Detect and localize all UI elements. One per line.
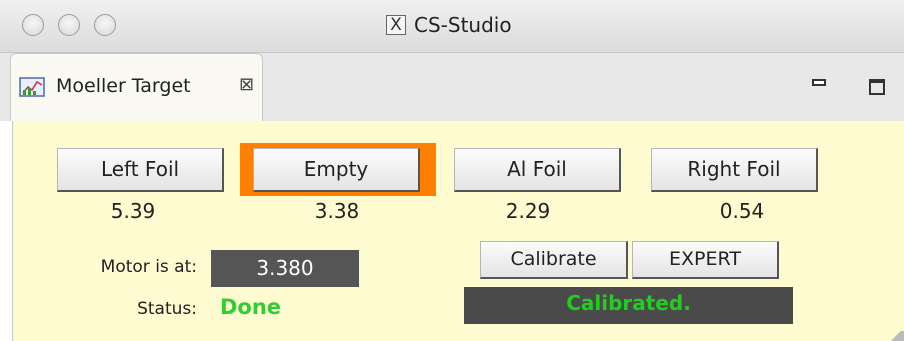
- minimize-view-icon[interactable]: [812, 79, 826, 86]
- left-foil-button[interactable]: Left Foil: [57, 148, 224, 192]
- right-foil-position: 0.54: [719, 199, 765, 223]
- calibrate-button[interactable]: Calibrate: [480, 241, 628, 279]
- tab-label: Moeller Target: [56, 75, 191, 97]
- editor-tabbar: Moeller Target ⊠: [0, 53, 904, 121]
- al-foil-position: 2.29: [505, 199, 551, 223]
- status-label: Status:: [137, 299, 197, 319]
- left-foil-position: 5.39: [110, 199, 156, 223]
- x11-icon: X: [386, 15, 406, 35]
- empty-position: 3.38: [314, 199, 360, 223]
- minimize-window-button[interactable]: [58, 14, 80, 36]
- motor-position-label: Motor is at:: [100, 257, 197, 277]
- close-window-button[interactable]: [22, 14, 44, 36]
- zoom-window-button[interactable]: [94, 14, 116, 36]
- maximize-view-icon[interactable]: [869, 79, 885, 95]
- status-value: Done: [220, 295, 282, 319]
- moeller-target-panel: Left Foil Empty Al Foil Right Foil 5.39 …: [12, 121, 904, 341]
- empty-button[interactable]: Empty: [253, 148, 420, 192]
- display-icon: [19, 77, 45, 97]
- al-foil-button[interactable]: Al Foil: [454, 148, 621, 192]
- calibration-status-display: Calibrated.: [464, 287, 793, 324]
- window-title: CS-Studio: [414, 13, 512, 37]
- close-tab-icon[interactable]: ⊠: [239, 74, 254, 95]
- expert-button[interactable]: EXPERT: [632, 241, 779, 279]
- window-titlebar: X CS-Studio: [0, 0, 904, 53]
- tab-moeller-target[interactable]: Moeller Target ⊠: [10, 53, 263, 121]
- right-foil-button[interactable]: Right Foil: [651, 148, 818, 192]
- motor-position-readout: 3.380: [211, 250, 359, 287]
- resize-grip[interactable]: [888, 331, 904, 341]
